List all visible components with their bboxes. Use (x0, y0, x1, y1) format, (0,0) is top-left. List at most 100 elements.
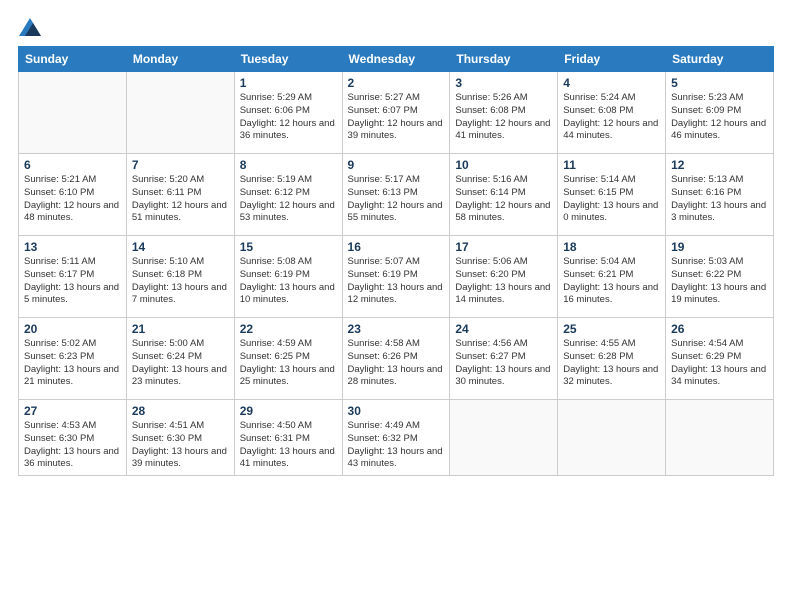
day-number: 11 (563, 158, 660, 172)
cell-info: Sunrise: 5:02 AM Sunset: 6:23 PM Dayligh… (24, 338, 121, 389)
cell-info: Sunrise: 5:17 AM Sunset: 6:13 PM Dayligh… (348, 174, 445, 225)
cell-info: Sunrise: 4:49 AM Sunset: 6:32 PM Dayligh… (348, 420, 445, 471)
calendar-cell: 4Sunrise: 5:24 AM Sunset: 6:08 PM Daylig… (558, 72, 666, 154)
cell-info: Sunrise: 5:19 AM Sunset: 6:12 PM Dayligh… (240, 174, 337, 225)
cell-info: Sunrise: 5:27 AM Sunset: 6:07 PM Dayligh… (348, 92, 445, 143)
calendar-cell (666, 400, 774, 476)
cell-info: Sunrise: 4:55 AM Sunset: 6:28 PM Dayligh… (563, 338, 660, 389)
calendar-cell: 21 Sunrise: 5:00 AM Sunset: 6:24 PM Dayli… (126, 318, 234, 400)
calendar-cell: 16Sunrise: 5:07 AM Sunset: 6:19 PM Dayli… (342, 236, 450, 318)
calendar-cell: 17 Sunrise: 5:06 AM Sunset: 6:20 PM Dayli… (450, 236, 558, 318)
day-number: 7 (132, 158, 229, 172)
calendar-cell: 30 Sunrise: 4:49 AM Sunset: 6:32 PM Dayli… (342, 400, 450, 476)
weekday-header-thursday: Thursday (450, 47, 558, 72)
cell-info: Sunrise: 5:21 AM Sunset: 6:10 PM Dayligh… (24, 174, 121, 225)
day-number: 27 (24, 404, 121, 418)
cell-info: Sunrise: 4:51 AM Sunset: 6:30 PM Dayligh… (132, 420, 229, 471)
cell-info: Sunrise: 5:00 AM Sunset: 6:24 PM Dayligh… (132, 338, 229, 389)
day-number: 6 (24, 158, 121, 172)
day-number: 20 (24, 322, 121, 336)
week-row-4: 20 Sunrise: 5:02 AM Sunset: 6:23 PM Dayli… (19, 318, 774, 400)
cell-info: Sunrise: 4:54 AM Sunset: 6:29 PM Dayligh… (671, 338, 768, 389)
cell-info: Sunrise: 5:13 AM Sunset: 6:16 PM Dayligh… (671, 174, 768, 225)
cell-info: Sunrise: 5:06 AM Sunset: 6:20 PM Dayligh… (455, 256, 552, 307)
calendar-cell: 1Sunrise: 5:29 AM Sunset: 6:06 PM Daylig… (234, 72, 342, 154)
calendar-cell: 6 Sunrise: 5:21 AM Sunset: 6:10 PM Daylig… (19, 154, 127, 236)
week-row-1: 1Sunrise: 5:29 AM Sunset: 6:06 PM Daylig… (19, 72, 774, 154)
day-number: 30 (348, 404, 445, 418)
day-number: 25 (563, 322, 660, 336)
calendar-cell: 8 Sunrise: 5:19 AM Sunset: 6:12 PM Daylig… (234, 154, 342, 236)
cell-info: Sunrise: 4:53 AM Sunset: 6:30 PM Dayligh… (24, 420, 121, 471)
cell-info: Sunrise: 5:26 AM Sunset: 6:08 PM Dayligh… (455, 92, 552, 143)
calendar-cell: 29 Sunrise: 4:50 AM Sunset: 6:31 PM Dayli… (234, 400, 342, 476)
day-number: 10 (455, 158, 552, 172)
weekday-header-wednesday: Wednesday (342, 47, 450, 72)
calendar-cell (19, 72, 127, 154)
calendar-cell: 11 Sunrise: 5:14 AM Sunset: 6:15 PM Dayli… (558, 154, 666, 236)
day-number: 18 (563, 240, 660, 254)
day-number: 13 (24, 240, 121, 254)
calendar-cell: 12 Sunrise: 5:13 AM Sunset: 6:16 PM Dayli… (666, 154, 774, 236)
day-number: 4 (563, 76, 660, 90)
calendar-cell (558, 400, 666, 476)
calendar-cell: 15 Sunrise: 5:08 AM Sunset: 6:19 PM Dayli… (234, 236, 342, 318)
day-number: 29 (240, 404, 337, 418)
cell-info: Sunrise: 4:56 AM Sunset: 6:27 PM Dayligh… (455, 338, 552, 389)
calendar: SundayMondayTuesdayWednesdayThursdayFrid… (18, 46, 774, 476)
day-number: 5 (671, 76, 768, 90)
week-row-2: 6 Sunrise: 5:21 AM Sunset: 6:10 PM Daylig… (19, 154, 774, 236)
cell-info: Sunrise: 5:03 AM Sunset: 6:22 PM Dayligh… (671, 256, 768, 307)
day-number: 17 (455, 240, 552, 254)
week-row-5: 27 Sunrise: 4:53 AM Sunset: 6:30 PM Dayli… (19, 400, 774, 476)
day-number: 8 (240, 158, 337, 172)
weekday-header-monday: Monday (126, 47, 234, 72)
logo-icon (19, 18, 41, 36)
calendar-cell: 28Sunrise: 4:51 AM Sunset: 6:30 PM Dayli… (126, 400, 234, 476)
day-number: 22 (240, 322, 337, 336)
cell-info: Sunrise: 5:23 AM Sunset: 6:09 PM Dayligh… (671, 92, 768, 143)
page: SundayMondayTuesdayWednesdayThursdayFrid… (0, 0, 792, 612)
calendar-cell: 5 Sunrise: 5:23 AM Sunset: 6:09 PM Daylig… (666, 72, 774, 154)
day-number: 26 (671, 322, 768, 336)
day-number: 2 (348, 76, 445, 90)
day-number: 1 (240, 76, 337, 90)
weekday-header-saturday: Saturday (666, 47, 774, 72)
week-row-3: 13 Sunrise: 5:11 AM Sunset: 6:17 PM Dayli… (19, 236, 774, 318)
calendar-cell: 23 Sunrise: 4:58 AM Sunset: 6:26 PM Dayli… (342, 318, 450, 400)
calendar-cell: 13 Sunrise: 5:11 AM Sunset: 6:17 PM Dayli… (19, 236, 127, 318)
calendar-cell: 26 Sunrise: 4:54 AM Sunset: 6:29 PM Dayli… (666, 318, 774, 400)
cell-info: Sunrise: 5:16 AM Sunset: 6:14 PM Dayligh… (455, 174, 552, 225)
day-number: 21 (132, 322, 229, 336)
cell-info: Sunrise: 5:10 AM Sunset: 6:18 PM Dayligh… (132, 256, 229, 307)
weekday-header-row: SundayMondayTuesdayWednesdayThursdayFrid… (19, 47, 774, 72)
day-number: 15 (240, 240, 337, 254)
cell-info: Sunrise: 5:08 AM Sunset: 6:19 PM Dayligh… (240, 256, 337, 307)
cell-info: Sunrise: 5:14 AM Sunset: 6:15 PM Dayligh… (563, 174, 660, 225)
cell-info: Sunrise: 5:11 AM Sunset: 6:17 PM Dayligh… (24, 256, 121, 307)
calendar-cell: 7 Sunrise: 5:20 AM Sunset: 6:11 PM Daylig… (126, 154, 234, 236)
calendar-cell: 10 Sunrise: 5:16 AM Sunset: 6:14 PM Dayli… (450, 154, 558, 236)
day-number: 19 (671, 240, 768, 254)
day-number: 12 (671, 158, 768, 172)
weekday-header-tuesday: Tuesday (234, 47, 342, 72)
calendar-cell: 3 Sunrise: 5:26 AM Sunset: 6:08 PM Daylig… (450, 72, 558, 154)
cell-info: Sunrise: 4:59 AM Sunset: 6:25 PM Dayligh… (240, 338, 337, 389)
day-number: 9 (348, 158, 445, 172)
weekday-header-friday: Friday (558, 47, 666, 72)
cell-info: Sunrise: 5:07 AM Sunset: 6:19 PM Dayligh… (348, 256, 445, 307)
day-number: 14 (132, 240, 229, 254)
day-number: 23 (348, 322, 445, 336)
header (18, 18, 774, 36)
calendar-cell: 2 Sunrise: 5:27 AM Sunset: 6:07 PM Daylig… (342, 72, 450, 154)
calendar-cell: 20 Sunrise: 5:02 AM Sunset: 6:23 PM Dayli… (19, 318, 127, 400)
calendar-cell (126, 72, 234, 154)
cell-info: Sunrise: 4:50 AM Sunset: 6:31 PM Dayligh… (240, 420, 337, 471)
day-number: 3 (455, 76, 552, 90)
cell-info: Sunrise: 5:20 AM Sunset: 6:11 PM Dayligh… (132, 174, 229, 225)
calendar-cell: 27 Sunrise: 4:53 AM Sunset: 6:30 PM Dayli… (19, 400, 127, 476)
logo (18, 18, 41, 36)
cell-info: Sunrise: 4:58 AM Sunset: 6:26 PM Dayligh… (348, 338, 445, 389)
calendar-cell: 14 Sunrise: 5:10 AM Sunset: 6:18 PM Dayli… (126, 236, 234, 318)
calendar-cell (450, 400, 558, 476)
